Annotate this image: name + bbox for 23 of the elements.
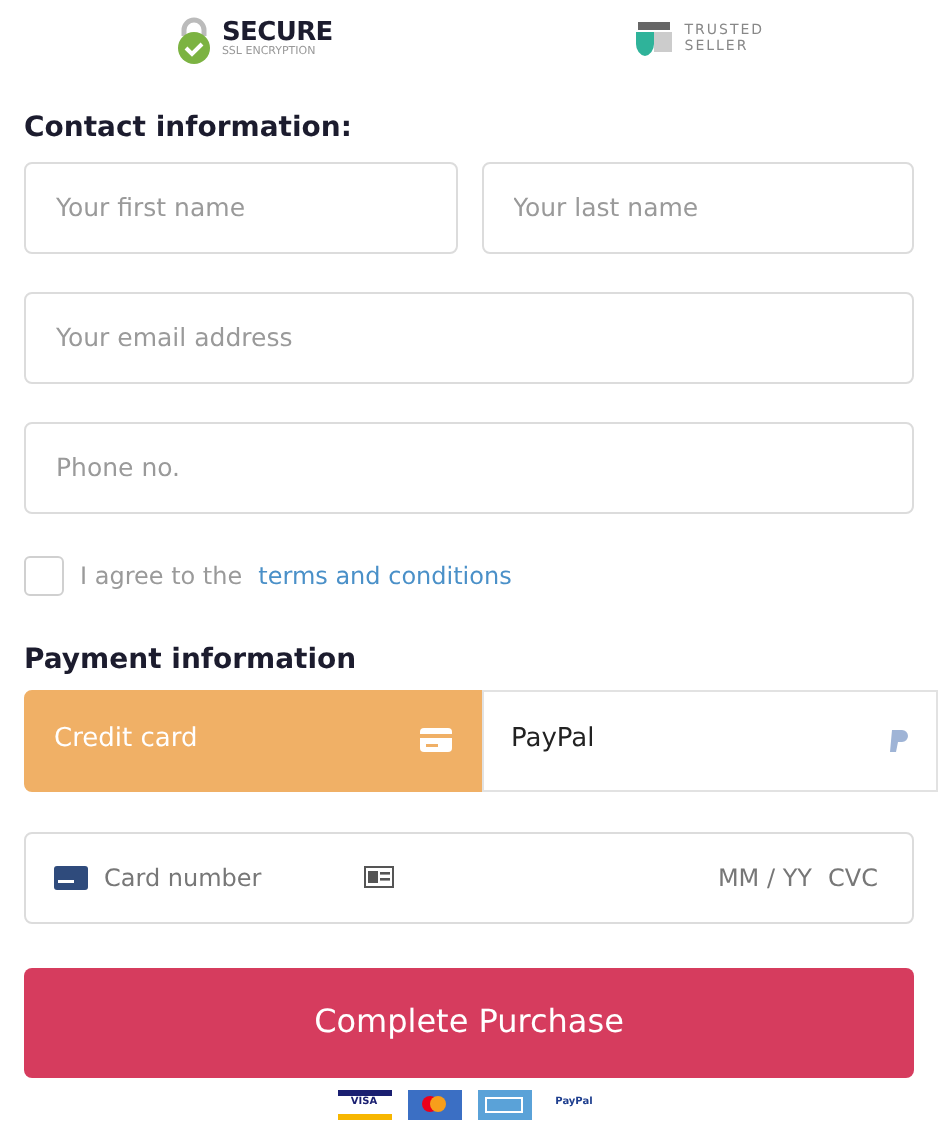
terms-link[interactable]: terms and conditions <box>258 557 512 594</box>
card-number-field[interactable]: Card number <box>104 859 364 896</box>
credit-card-icon <box>419 728 451 753</box>
text-field[interactable]: Your last name <box>481 161 914 254</box>
text-field[interactable]: Phone no. <box>24 421 914 514</box>
expiry-field[interactable]: MM / YY <box>708 859 812 896</box>
section-heading: Contact information: <box>24 112 354 146</box>
text-field[interactable]: Your first name <box>24 161 457 254</box>
agree-label: I agree to the <box>80 559 243 594</box>
shield-icon <box>632 22 677 58</box>
text-field[interactable]: Your email address <box>24 291 914 384</box>
amex-logo <box>477 1089 531 1120</box>
purchase-button[interactable]: Complete Purchase <box>24 967 914 1078</box>
mastercard-logo <box>407 1089 461 1120</box>
section-heading: Payment information <box>24 643 359 678</box>
cvc-field[interactable]: CVC <box>828 859 884 896</box>
paypal-icon <box>890 729 908 752</box>
credit-card-icon <box>54 865 88 890</box>
padlock-icon <box>173 16 214 64</box>
badge-title: SECURE <box>221 20 333 47</box>
payment-tab[interactable]: PayPal <box>481 689 938 792</box>
id-card-icon <box>364 866 394 889</box>
checkbox[interactable] <box>24 555 64 596</box>
